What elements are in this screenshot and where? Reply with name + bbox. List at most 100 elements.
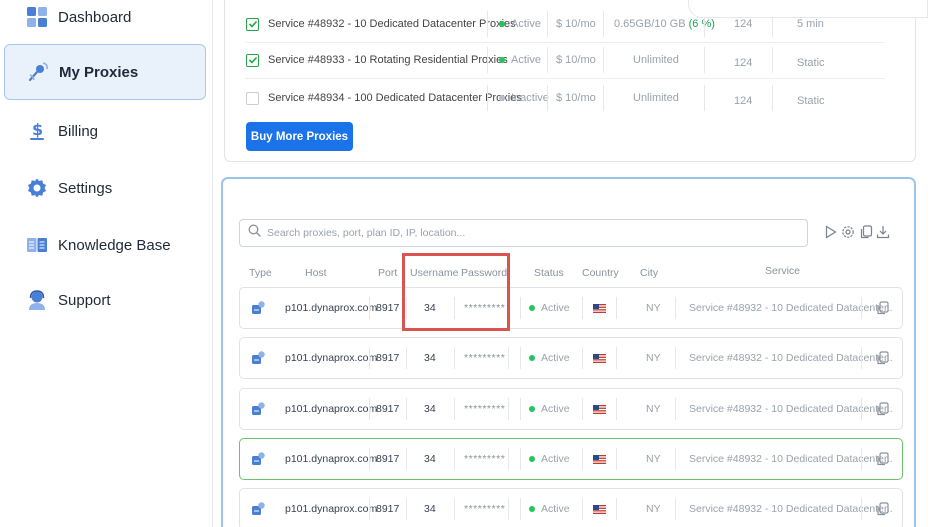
column-header-host: Host [305, 267, 327, 279]
proxy-password: ********* [464, 453, 506, 465]
service-status: Inactive [499, 79, 549, 117]
proxy-password: ********* [464, 503, 506, 515]
service-row[interactable]: Service #48934 - 100 Dedicated Datacente… [225, 79, 845, 117]
us-flag-icon [593, 489, 606, 527]
sidebar-item-label: My Proxies [59, 63, 139, 81]
download-icon[interactable] [875, 224, 891, 240]
proxy-password: ********* [464, 352, 506, 364]
proxy-service: Service #48932 - 10 Dedicated Datacenter… [689, 302, 893, 314]
satellite-icon [27, 61, 49, 83]
proxy-city: NY [646, 453, 661, 465]
dollar-icon: $ [26, 120, 48, 142]
proxy-status: Active [529, 489, 570, 527]
proxy-type-icon [250, 439, 266, 479]
proxy-row[interactable]: p101.dynaprox.com 8917 34 ********* Acti… [239, 287, 903, 329]
sidebar-item-dashboard[interactable]: Dashboard [4, 0, 206, 45]
proxy-port: 8917 [376, 503, 400, 515]
proxy-row[interactable]: p101.dynaprox.com 8917 34 ********* Acti… [239, 388, 903, 430]
search-box[interactable] [239, 219, 808, 247]
column-header-port: Port [378, 267, 398, 279]
proxy-username: 34 [424, 352, 436, 364]
proxy-type-icon [250, 389, 266, 429]
proxy-port: 8917 [376, 453, 400, 465]
proxy-status: Active [529, 288, 570, 328]
proxy-host: p101.dynaprox.com [285, 352, 378, 364]
service-checkbox[interactable] [246, 53, 259, 67]
sidebar-divider [212, 0, 213, 527]
proxy-type-icon [250, 338, 266, 378]
gear-icon [26, 177, 48, 199]
proxy-host: p101.dynaprox.com [285, 302, 378, 314]
service-bandwidth: Unlimited [633, 92, 679, 104]
service-name: Service #48934 - 100 Dedicated Datacente… [268, 92, 522, 104]
proxy-host: p101.dynaprox.com [285, 403, 378, 415]
sidebar-item-label: Knowledge Base [58, 236, 171, 254]
sidebar-item-label: Billing [58, 122, 99, 140]
service-row[interactable]: Service #48933 - 10 Rotating Residential… [225, 41, 885, 79]
us-flag-icon [593, 288, 606, 328]
proxy-list-panel: Type Host Port Username Password Status … [221, 177, 916, 527]
proxy-type-icon [250, 489, 266, 527]
proxy-status: Active [529, 338, 570, 378]
proxy-service: Service #48932 - 10 Dedicated Datacenter… [689, 403, 893, 415]
copy-row-icon[interactable] [877, 489, 889, 527]
proxy-port: 8917 [376, 403, 400, 415]
us-flag-icon [593, 439, 606, 479]
search-icon [248, 224, 261, 242]
buy-more-proxies-button[interactable]: Buy More Proxies [246, 122, 353, 151]
sidebar-item-label: Dashboard [58, 8, 132, 26]
sidebar-item-settings[interactable]: Settings [4, 160, 206, 216]
svg-text:$: $ [32, 120, 43, 139]
copy-row-icon[interactable] [877, 338, 889, 378]
service-count: 124 [734, 57, 753, 69]
column-header-service: Service [765, 265, 801, 277]
service-price: $ 10/mo [556, 54, 596, 66]
search-input[interactable] [267, 227, 787, 239]
service-name: Service #48932 - 10 Dedicated Datacenter… [268, 18, 516, 30]
proxy-row[interactable]: p101.dynaprox.com 8917 34 ********* Acti… [239, 488, 903, 527]
play-icon[interactable] [823, 224, 839, 240]
proxy-city: NY [646, 403, 661, 415]
proxy-row[interactable]: p101.dynaprox.com 8917 34 ********* Acti… [239, 337, 903, 379]
proxy-status: Active [529, 389, 570, 429]
proxy-port: 8917 [376, 352, 400, 364]
sidebar: Dashboard My Proxies $ Billing Settings … [0, 0, 212, 527]
sidebar-item-knowledge-base[interactable]: Knowledge Base [4, 217, 206, 273]
proxy-username: 34 [424, 302, 436, 314]
support-agent-icon [26, 289, 48, 311]
us-flag-icon [593, 389, 606, 429]
services-card: Service #48932 - 10 Dedicated Datacenter… [224, 0, 916, 162]
copy-row-icon[interactable] [877, 389, 889, 429]
proxy-username: 34 [424, 503, 436, 515]
service-checkbox[interactable] [246, 17, 259, 31]
service-checkbox[interactable] [246, 91, 259, 105]
proxy-city: NY [646, 302, 661, 314]
sidebar-item-support[interactable]: Support [4, 272, 206, 328]
proxy-city: NY [646, 503, 661, 515]
proxy-row[interactable]: p101.dynaprox.com 8917 34 ********* Acti… [239, 438, 903, 480]
proxy-type-icon [250, 288, 266, 328]
proxy-password: ********* [464, 403, 506, 415]
proxy-service: Service #48932 - 10 Dedicated Datacenter… [689, 453, 893, 465]
popover-panel-edge [688, 0, 928, 18]
proxy-port: 8917 [376, 302, 400, 314]
service-bandwidth: Unlimited [633, 54, 679, 66]
copy-row-icon[interactable] [877, 439, 889, 479]
column-header-username: Username [410, 267, 459, 279]
service-rotation: Static [797, 57, 825, 69]
proxy-host: p101.dynaprox.com [285, 453, 378, 465]
service-count: 124 [734, 95, 753, 107]
dashboard-icon [26, 6, 48, 28]
column-header-password: Password [461, 267, 508, 279]
service-status: Active [499, 41, 541, 79]
settings-cog-icon[interactable] [840, 224, 856, 240]
proxy-status: Active [529, 439, 570, 479]
sidebar-item-my-proxies[interactable]: My Proxies [4, 44, 206, 100]
proxy-service: Service #48932 - 10 Dedicated Datacenter… [689, 503, 893, 515]
sidebar-item-label: Support [58, 291, 111, 309]
us-flag-icon [593, 338, 606, 378]
copy-icon[interactable] [858, 224, 874, 240]
sidebar-item-billing[interactable]: $ Billing [4, 103, 206, 159]
copy-row-icon[interactable] [877, 288, 889, 328]
proxy-host: p101.dynaprox.com [285, 503, 378, 515]
